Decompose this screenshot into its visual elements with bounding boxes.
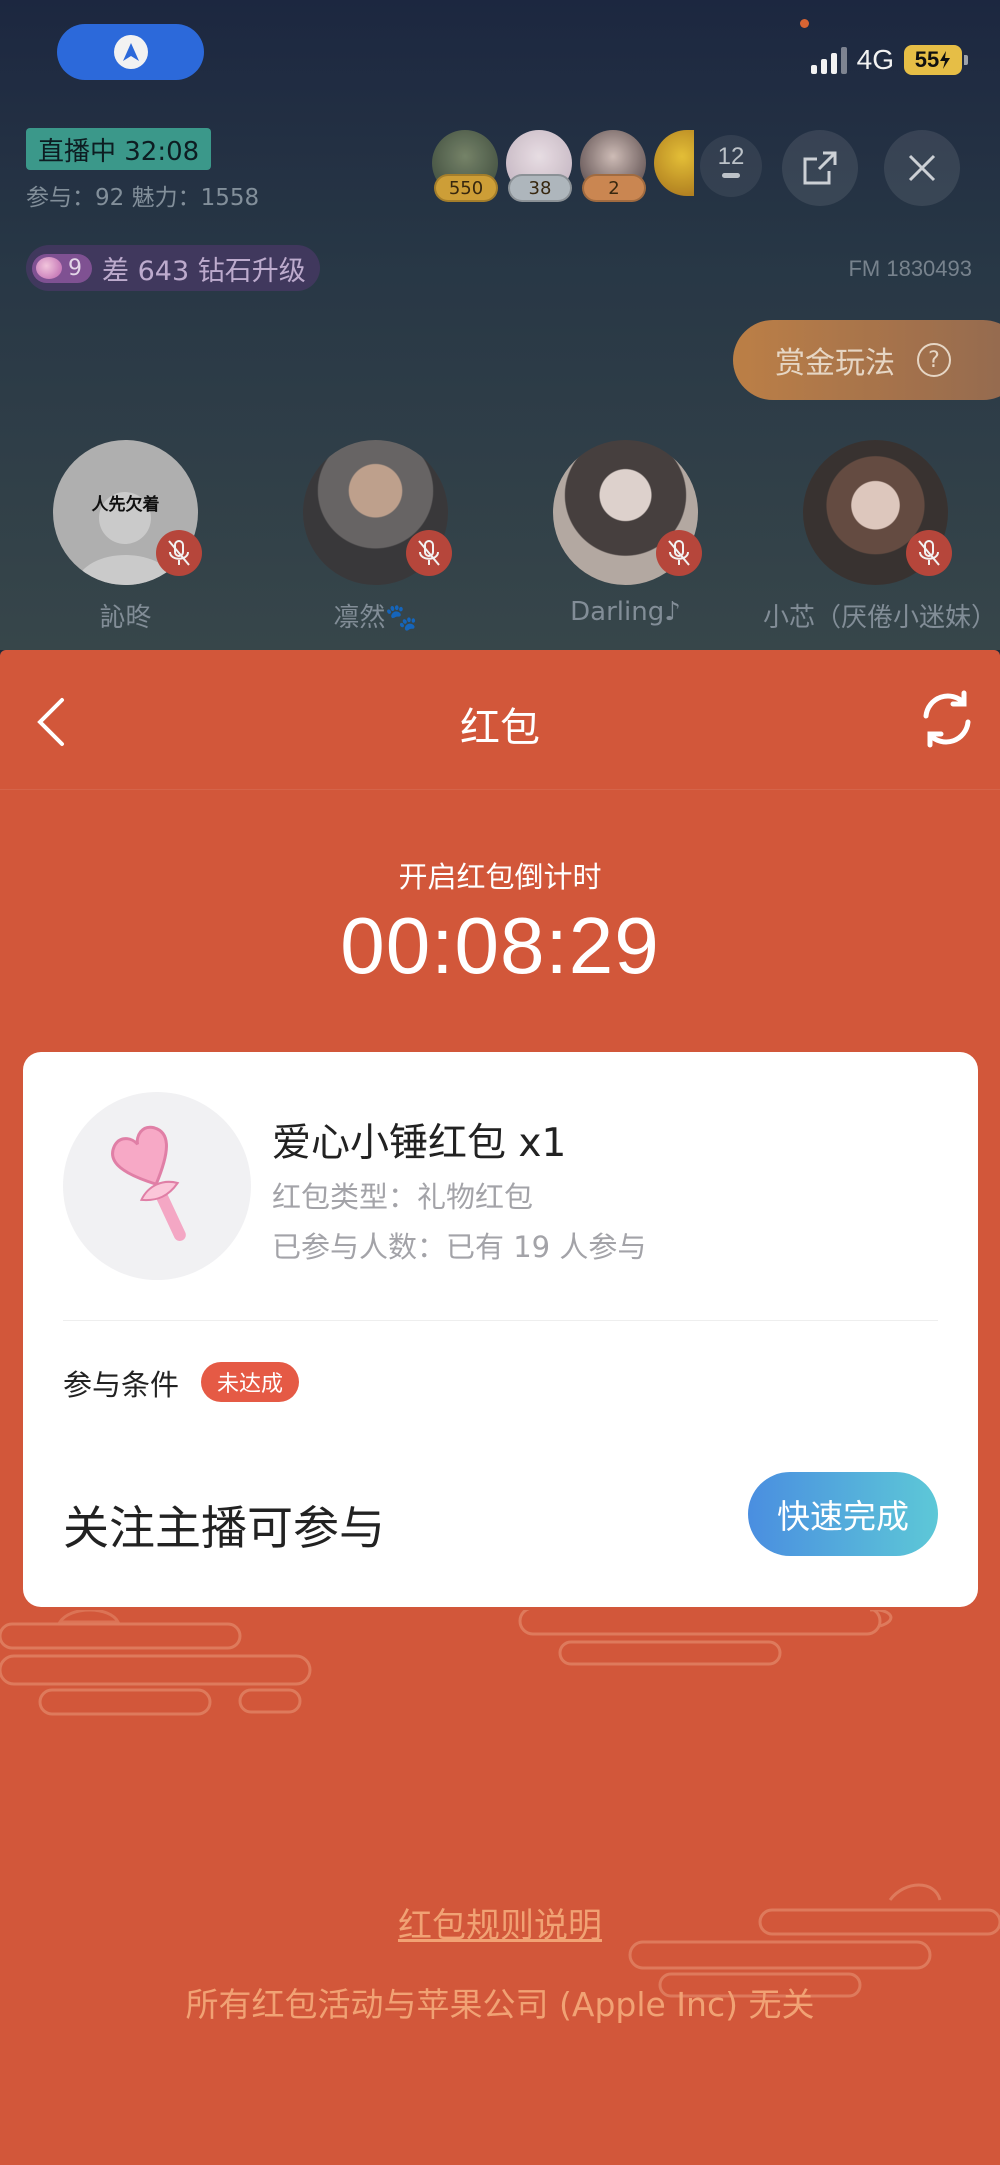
heart-hammer-icon <box>111 1125 186 1241</box>
condition-status-badge: 未达成 <box>201 1362 300 1402</box>
live-room-background: 4G 55 直播中 32:08 参与：92 魅力：1558 550 38 2 1… <box>0 0 1000 650</box>
overlay-dim <box>0 0 1000 650</box>
sheet-header: 红包 <box>0 650 1000 790</box>
refresh-icon <box>923 690 971 748</box>
refresh-button[interactable] <box>916 688 978 750</box>
rules-link[interactable]: 红包规则说明 <box>0 1898 1000 1947</box>
quick-complete-button[interactable]: 快速完成 <box>748 1472 938 1556</box>
sheet-title: 红包 <box>460 705 540 751</box>
gift-image <box>63 1092 251 1280</box>
apple-disclaimer: 所有红包活动与苹果公司 (Apple Inc) 无关 <box>185 1985 815 2024</box>
gift-name: 爱心小锤红包 x1 <box>272 1121 567 1166</box>
packet-type: 红包类型：礼物红包 <box>272 1180 534 1214</box>
condition-text: 关注主播可参与 <box>63 1501 385 1555</box>
countdown-timer: 00:08:29 <box>340 901 660 990</box>
condition-label: 参与条件 <box>63 1368 180 1402</box>
red-packet-card: 爱心小锤红包 x1 红包类型：礼物红包 已参与人数：已有 19 人参与 参与条件… <box>23 1052 978 1607</box>
red-packet-sheet: 红包 开启红包倒计时 00:08:29 爱心小锤红包 x1 红包类型：礼物红包 … <box>0 650 1000 2165</box>
cloud-decoration <box>0 1610 1000 1998</box>
countdown-label: 开启红包倒计时 <box>398 860 602 894</box>
card-divider <box>63 1320 938 1321</box>
participant-count: 已参与人数：已有 19 人参与 <box>272 1230 647 1264</box>
